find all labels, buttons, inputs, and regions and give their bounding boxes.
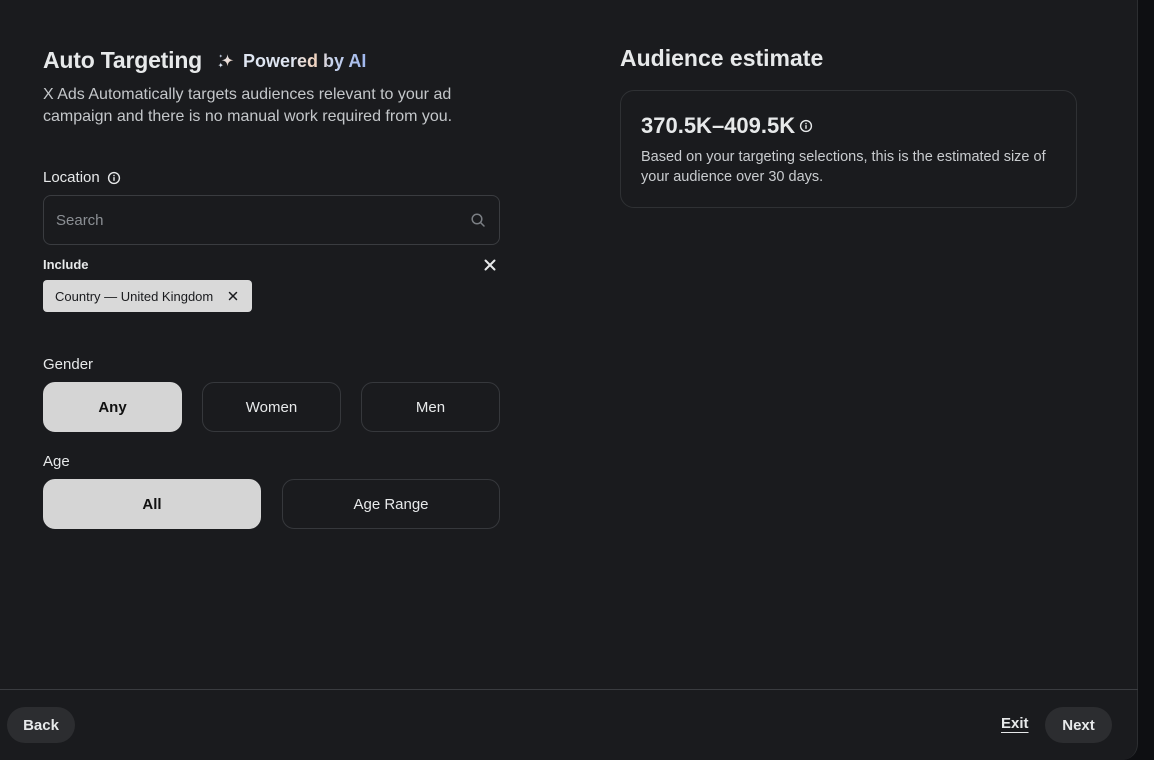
page-title: Auto Targeting — [43, 46, 203, 73]
age-option-all[interactable]: All — [43, 479, 261, 529]
title-row: Auto Targeting Powered by AI — [43, 44, 500, 76]
location-chip-label: Country — United Kingdom — [55, 288, 214, 304]
location-search-box — [43, 195, 500, 245]
audience-estimate-description: Based on your targeting selections, this… — [641, 149, 1046, 185]
audience-estimate-card: 370.5K–409.5K Based on your targeting se… — [620, 90, 1077, 208]
audience-estimate-title: Audience estimate — [620, 45, 824, 71]
search-icon[interactable] — [470, 212, 486, 228]
age-options: All Age Range — [43, 479, 500, 529]
age-option-age-range[interactable]: Age Range — [282, 479, 500, 529]
clear-all-close-icon[interactable] — [484, 259, 496, 271]
gender-option-any[interactable]: Any — [43, 382, 182, 432]
targeting-panel: Auto Targeting Powered by AI X Ads Autom — [0, 0, 1138, 760]
gender-options: Any Women Men — [43, 382, 500, 432]
remove-chip-close-icon[interactable] — [228, 291, 238, 301]
info-circle-icon[interactable] — [107, 171, 121, 185]
audience-range-row: 370.5K–409.5K — [641, 113, 1056, 139]
location-label-row: Location — [43, 169, 500, 186]
audience-range-value: 370.5K–409.5K — [641, 113, 796, 138]
gender-option-women[interactable]: Women — [202, 382, 341, 432]
location-search-input[interactable] — [56, 211, 436, 229]
footer-divider — [0, 689, 1138, 690]
exit-link[interactable]: Exit — [1001, 715, 1029, 732]
subtitle: X Ads Automatically targets audiences re… — [43, 86, 453, 125]
ai-badge: Powered by AI — [217, 51, 366, 72]
next-button[interactable]: Next — [1045, 707, 1112, 743]
location-chip: Country — United Kingdom — [43, 280, 253, 312]
gender-option-men[interactable]: Men — [361, 382, 500, 432]
include-label: Include — [43, 257, 89, 272]
gender-label: Gender — [43, 356, 94, 373]
powered-by-ai-label: Powered by AI — [243, 50, 367, 71]
info-circle-icon[interactable] — [799, 119, 813, 133]
include-row: Include — [43, 257, 500, 272]
auto-targeting-section: Auto Targeting Powered by AI X Ads Autom — [43, 44, 500, 529]
age-label: Age — [43, 453, 70, 470]
location-label: Location — [43, 169, 100, 186]
back-button[interactable]: Back — [7, 707, 75, 743]
audience-estimate-section: Audience estimate 370.5K–409.5K Based on… — [620, 44, 1077, 208]
sparkle-icon — [218, 54, 234, 68]
